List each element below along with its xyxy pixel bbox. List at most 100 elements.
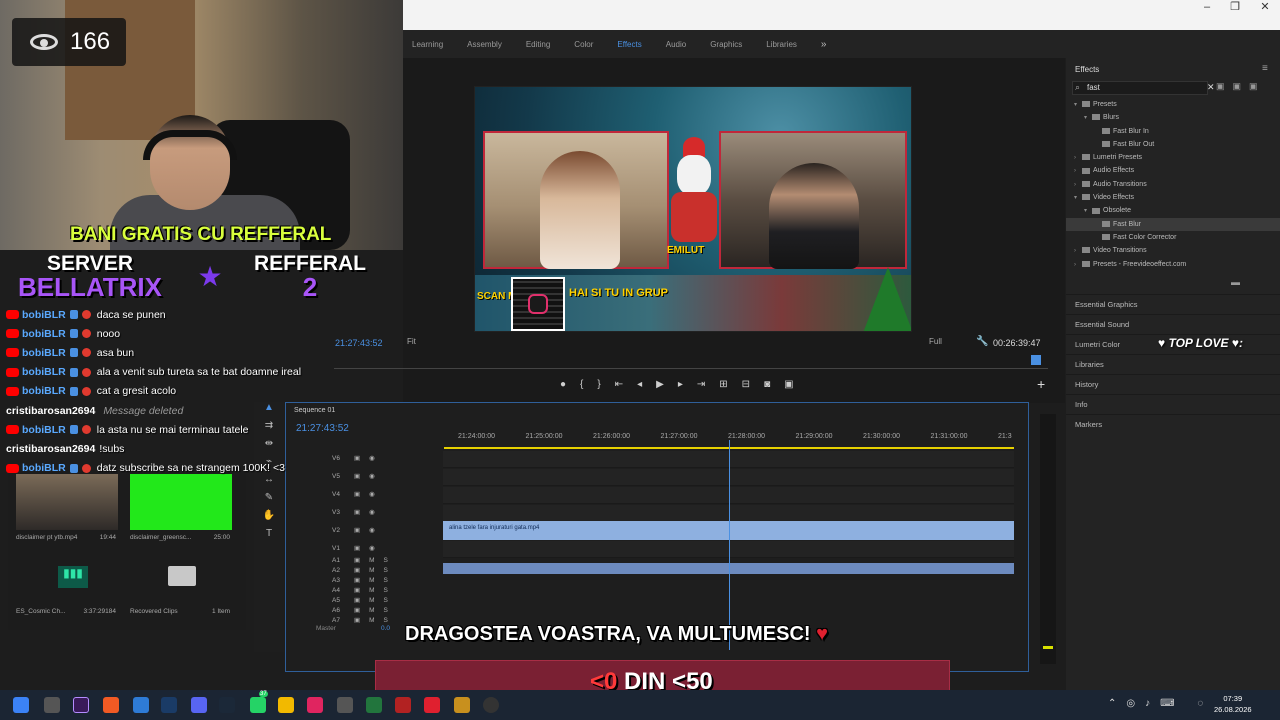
close-icon[interactable]: ✕ [1249,0,1280,14]
whatsapp-icon[interactable]: 37 [250,691,268,713]
effects-tree-item[interactable]: Fast Blur In [1066,125,1280,138]
master-volume[interactable]: 0.0 [381,625,390,632]
pen-tool-icon[interactable]: ✎ [254,492,284,510]
effects-tree-item[interactable]: › Audio Transitions [1066,178,1280,191]
effects-tree-item[interactable]: › Video Transitions [1066,244,1280,257]
effects-tree-item[interactable]: ▾ Blurs [1066,111,1280,124]
photoshop-icon[interactable] [161,697,177,713]
video-track-header[interactable]: V4 ▣◉ [294,487,444,504]
effects-search-input[interactable]: ⌕ fast ✕ [1072,81,1215,95]
expand-caret-icon[interactable]: › [1074,259,1082,272]
audio-track-header[interactable]: A5 ▣MS [294,596,444,606]
workspace-tab[interactable]: Assembly [467,40,502,49]
effects-tree-item[interactable]: ▾ Video Effects [1066,191,1280,204]
effects-filter-icons[interactable]: ▣▣▣ [1216,81,1266,92]
effects-tree-item[interactable]: ▾ Presets [1066,98,1280,111]
go-to-in-icon[interactable]: ⇤ [615,379,623,390]
timeline-playhead[interactable] [729,440,730,650]
workspace-tab[interactable]: Color [574,40,593,49]
app-icon[interactable] [424,697,440,713]
effects-tree-item[interactable]: Fast Blur Out [1066,138,1280,151]
workspace-tab-active[interactable]: Effects [617,40,641,49]
workspace-tab[interactable]: Editing [526,40,550,49]
steam-icon[interactable] [219,697,235,713]
playhead-handle[interactable] [1031,355,1041,365]
track-controls[interactable]: ▣MS [354,596,397,604]
new-bin-icon[interactable]: ▬ [1231,277,1240,287]
hand-tool-icon[interactable]: ✋ [254,510,284,528]
effects-tree-item[interactable]: ▾ Obsolete [1066,204,1280,217]
effects-tree-item[interactable]: › Presets - Freevideoeffect.com [1066,258,1280,271]
expand-caret-icon[interactable]: › [1074,165,1082,178]
video-track-header[interactable]: V3 ▣◉ [294,505,444,522]
start-icon[interactable] [13,697,29,713]
premiere-icon[interactable] [73,697,89,713]
panel-section-header[interactable]: Libraries [1066,354,1280,374]
expand-caret-icon[interactable]: ▾ [1074,192,1082,205]
expand-caret-icon[interactable]: › [1074,245,1082,258]
track-controls[interactable]: ▣◉ [354,490,384,498]
bin-item[interactable]: disclaimer pt ytb.mp4 19:44 [16,474,120,541]
bin-item[interactable]: disclaimer_greensc... 25:00 [130,474,234,541]
play-icon[interactable]: ▶ [656,379,664,390]
panel-section-header[interactable]: Essential Sound [1066,314,1280,334]
bin-item-audio[interactable]: ▮▮▮ ES_Cosmic Ch... 3:37:29184 [16,566,120,615]
taskbar-clock[interactable]: 07:39 26.08.2026 [1214,693,1252,715]
step-back-icon[interactable]: ◂ [637,379,642,390]
obs-icon[interactable] [483,697,499,713]
track-controls[interactable]: ▣◉ [354,508,384,516]
expand-caret-icon[interactable]: › [1074,179,1082,192]
panel-section-header[interactable]: Essential Graphics [1066,294,1280,314]
zoom-select[interactable]: Fit [407,337,416,346]
app-icon[interactable] [395,697,411,713]
settings-wrench-icon[interactable]: 🔧 [976,336,988,347]
task-view-icon[interactable] [44,697,60,713]
effects-tree-item[interactable]: Fast Blur [1066,217,1280,231]
audio-track-header[interactable]: A4 ▣MS [294,586,444,596]
track-controls[interactable]: ▣◉ [354,526,384,534]
button-editor-plus-icon[interactable]: + [1037,376,1045,392]
track-controls[interactable]: ▣MS [354,616,397,624]
track-controls[interactable]: ▣MS [354,586,397,594]
track-controls[interactable]: ▣MS [354,576,397,584]
audio-track-header[interactable]: A6 ▣MS [294,606,444,616]
expand-caret-icon[interactable]: ▾ [1084,112,1092,125]
panel-section-header[interactable]: Markers [1066,414,1280,434]
add-marker-icon[interactable]: ● [560,379,566,390]
more-workspaces-icon[interactable]: » [821,39,827,50]
app-icon[interactable] [454,697,470,713]
workspace-tab[interactable]: Graphics [710,40,742,49]
extract-icon[interactable]: ⊟ [742,379,750,390]
vscode-icon[interactable] [133,697,149,713]
discord-icon[interactable] [191,697,207,713]
track-controls[interactable]: ▣MS [354,606,397,614]
panel-section-header[interactable]: Info [1066,394,1280,414]
panel-section-header[interactable]: History [1066,374,1280,394]
expand-caret-icon[interactable]: ▾ [1074,99,1082,112]
maximize-icon[interactable]: ❐ [1219,0,1251,14]
track-controls[interactable]: ▣◉ [354,544,384,552]
go-to-out-icon[interactable]: ⇥ [697,379,705,390]
track-controls[interactable]: ▣MS [354,566,397,574]
export-frame-icon[interactable]: ◙ [764,379,770,390]
expand-caret-icon[interactable]: › [1074,152,1082,165]
audio-track-header[interactable]: A1 ▣MS [294,556,444,566]
app-icon[interactable] [337,697,353,713]
tiktok-icon[interactable] [307,697,323,713]
brave-icon[interactable] [103,697,119,713]
workspace-tab[interactable]: Libraries [766,40,797,49]
workspace-tab[interactable]: Learning [412,40,443,49]
file-explorer-icon[interactable] [278,697,294,713]
excel-icon[interactable] [366,697,382,713]
effects-tree-item[interactable]: Fast Color Corrector [1066,231,1280,244]
expand-caret-icon[interactable]: ▾ [1084,205,1092,218]
panel-menu-icon[interactable]: ≡ [1262,63,1268,74]
quality-select[interactable]: Full [929,337,942,346]
compare-view-icon[interactable]: ▣ [784,379,793,390]
audio-track-header[interactable]: A2 ▣MS [294,566,444,576]
video-track-header[interactable]: V2 ▣◉ [294,523,444,540]
mark-out-icon[interactable]: } [597,379,600,390]
system-tray[interactable]: ⌃◎♪⌨ ◌ [1108,698,1213,709]
effects-tree-item[interactable]: › Lumetri Presets [1066,151,1280,164]
bin-item-folder[interactable]: Recovered Clips 1 Item [130,566,234,615]
